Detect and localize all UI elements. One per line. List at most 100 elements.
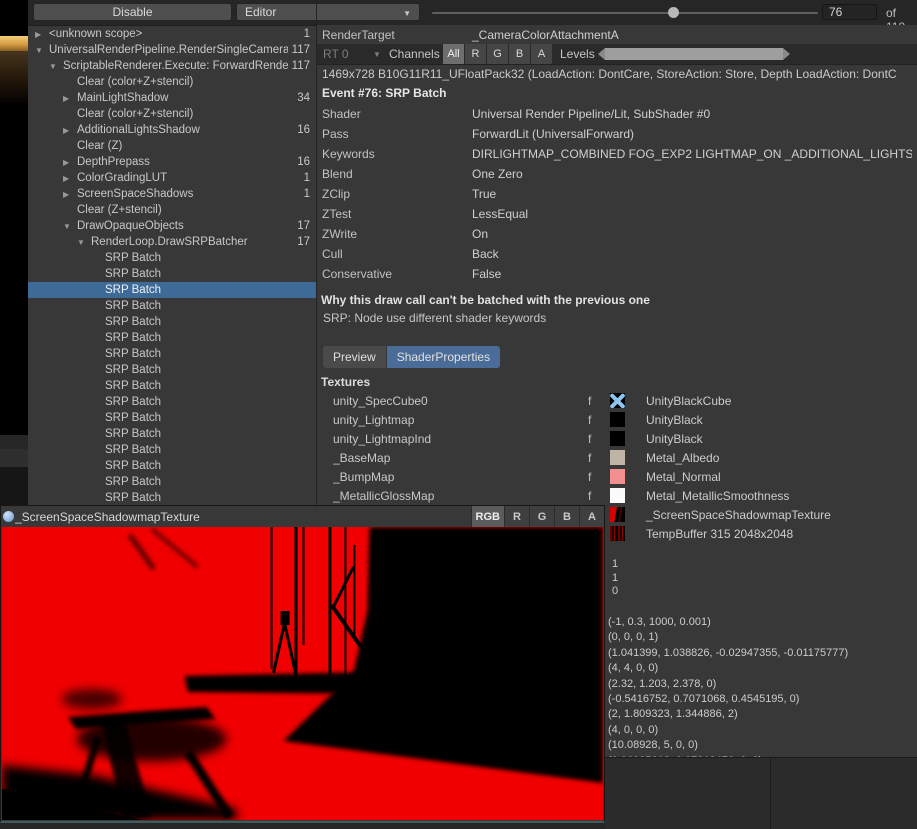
tree-row[interactable]: SRP Batch (28, 394, 316, 410)
event-slider[interactable] (432, 12, 818, 14)
tree-row-label: Clear (color+Z+stencil) (77, 76, 306, 88)
channel-button-r[interactable]: R (465, 44, 487, 64)
tree-row[interactable]: SRP Batch (28, 282, 316, 298)
texture-thumbnail-icon[interactable] (610, 431, 625, 446)
disable-button[interactable]: Disable (33, 3, 232, 21)
shadowmap-preview-window[interactable]: _ScreenSpaceShadowmapTexture RGBRGBA (0, 505, 605, 823)
foldout-collapsed-icon[interactable]: ▶ (63, 158, 77, 167)
tree-row[interactable]: ▼ScriptableRenderer.Execute: ForwardRend… (28, 58, 316, 74)
channel-button-g[interactable]: G (529, 506, 554, 527)
tree-row[interactable]: ▶DepthPrepass16 (28, 154, 316, 170)
tab-preview[interactable]: Preview (323, 346, 387, 368)
texture-thumbnail-icon[interactable] (610, 450, 625, 465)
tree-row[interactable]: Clear (color+Z+stencil) (28, 106, 316, 122)
channel-button-a[interactable]: A (531, 44, 553, 64)
foldout-collapsed-icon[interactable]: ▶ (63, 126, 77, 135)
tree-row[interactable]: SRP Batch (28, 426, 316, 442)
foldout-collapsed-icon[interactable]: ▶ (35, 30, 49, 39)
tree-row[interactable]: ▼RenderLoop.DrawSRPBatcher17 (28, 234, 316, 250)
tree-row[interactable]: ▶MainLightShadow34 (28, 90, 316, 106)
buffer-info-text: 1469x728 B10G11R11_UFloatPack32 (LoadAct… (322, 67, 897, 81)
levels-min-handle[interactable] (598, 48, 605, 60)
shadowmap-render (2, 527, 603, 820)
texture-row[interactable]: unity_LightmapIndfUnityBlack (317, 429, 917, 448)
foldout-collapsed-icon[interactable]: ▶ (63, 190, 77, 199)
foldout-expanded-icon[interactable]: ▼ (49, 62, 63, 71)
tree-row[interactable]: ▶ScreenSpaceShadows1 (28, 186, 316, 202)
tree-row[interactable]: SRP Batch (28, 410, 316, 426)
event-number-input[interactable]: 76 (822, 4, 877, 20)
foldout-collapsed-icon[interactable]: ▶ (63, 174, 77, 183)
levels-range-bar[interactable] (605, 48, 783, 60)
rt-index-dropdown[interactable]: RT 0 (323, 47, 349, 61)
tree-row-count: 1 (300, 172, 316, 184)
texture-row[interactable]: _MetallicGlossMapfMetal_MetallicSmoothne… (317, 486, 917, 505)
texture-row[interactable]: _BumpMapfMetal_Normal (317, 467, 917, 486)
shader-state-row: ZTestLessEqual (322, 207, 912, 227)
channel-button-g[interactable]: G (487, 44, 509, 64)
target-selector-value: Editor (245, 5, 276, 19)
channel-button-a[interactable]: A (579, 506, 604, 527)
tree-row[interactable]: ▼UniversalRenderPipeline.RenderSingleCam… (28, 42, 316, 58)
tree-row[interactable]: Clear (color+Z+stencil) (28, 74, 316, 90)
preview-title: _ScreenSpaceShadowmapTexture (15, 510, 471, 524)
texture-thumbnail-icon[interactable] (610, 469, 625, 484)
tree-row[interactable]: ▶AdditionalLightsShadow16 (28, 122, 316, 138)
texture-row[interactable]: unity_SpecCube0fUnityBlackCube (317, 391, 917, 410)
channel-button-r[interactable]: R (504, 506, 529, 527)
tree-row[interactable]: SRP Batch (28, 490, 316, 506)
tree-row[interactable]: ▼DrawOpaqueObjects17 (28, 218, 316, 234)
tree-row-label: SRP Batch (105, 460, 306, 472)
tree-row-count: 17 (293, 236, 316, 248)
target-selector-dropdown[interactable]: Editor ▼ (236, 3, 420, 21)
foldout-collapsed-icon[interactable]: ▶ (63, 94, 77, 103)
foldout-expanded-icon[interactable]: ▼ (35, 46, 49, 55)
tree-row-label: SRP Batch (105, 300, 306, 312)
texture-row[interactable]: unity_LightmapfUnityBlack (317, 410, 917, 429)
tree-row[interactable]: Clear (Z+stencil) (28, 202, 316, 218)
channel-button-b[interactable]: B (554, 506, 579, 527)
texture-thumbnail-icon[interactable] (610, 526, 625, 541)
event-slider-handle[interactable] (668, 7, 679, 18)
tree-row[interactable]: SRP Batch (28, 362, 316, 378)
tree-row[interactable]: SRP Batch (28, 346, 316, 362)
levels-range-slider[interactable] (598, 48, 790, 60)
channel-button-rgb[interactable]: RGB (471, 506, 504, 527)
tree-row-label: SRP Batch (105, 268, 306, 280)
tree-row[interactable]: SRP Batch (28, 442, 316, 458)
foldout-expanded-icon[interactable]: ▼ (63, 222, 77, 231)
state-label: Conservative (322, 267, 472, 287)
channel-button-b[interactable]: B (509, 44, 531, 64)
tree-row-label: SRP Batch (105, 316, 306, 328)
tree-row[interactable]: ▶ColorGradingLUT1 (28, 170, 316, 186)
tree-row[interactable]: SRP Batch (28, 474, 316, 490)
tree-row[interactable]: Clear (Z) (28, 138, 316, 154)
tab-shaderproperties[interactable]: ShaderProperties (387, 346, 500, 368)
texture-thumbnail-icon[interactable] (610, 507, 625, 522)
levels-max-handle[interactable] (783, 48, 790, 60)
texture-property-name: unity_SpecCube0 (333, 394, 588, 408)
state-value: True (472, 187, 912, 207)
tree-row[interactable]: SRP Batch (28, 298, 316, 314)
state-label: ZWrite (322, 227, 472, 247)
tree-row[interactable]: ▶<unknown scope>1 (28, 26, 316, 42)
tree-row[interactable]: SRP Batch (28, 266, 316, 282)
foldout-expanded-icon[interactable]: ▼ (77, 238, 91, 247)
texture-thumbnail-icon[interactable] (610, 393, 625, 408)
texture-property-name: _BumpMap (333, 470, 588, 484)
tree-row-label: RenderLoop.DrawSRPBatcher (91, 236, 293, 248)
tree-row[interactable]: SRP Batch (28, 378, 316, 394)
texture-thumbnail-icon[interactable] (610, 412, 625, 427)
tree-row[interactable]: SRP Batch (28, 250, 316, 266)
render-target-label: RenderTarget (322, 28, 395, 42)
tree-row[interactable]: SRP Batch (28, 314, 316, 330)
tree-row[interactable]: SRP Batch (28, 330, 316, 346)
state-label: ZTest (322, 207, 472, 227)
preview-titlebar[interactable]: _ScreenSpaceShadowmapTexture RGBRGBA (1, 506, 604, 527)
texture-row[interactable]: _BaseMapfMetal_Albedo (317, 448, 917, 467)
channel-button-all[interactable]: All (443, 44, 465, 64)
texture-asset-name: UnityBlack (646, 432, 703, 446)
chevron-down-icon: ▼ (373, 50, 381, 59)
tree-row[interactable]: SRP Batch (28, 458, 316, 474)
texture-thumbnail-icon[interactable] (610, 488, 625, 503)
